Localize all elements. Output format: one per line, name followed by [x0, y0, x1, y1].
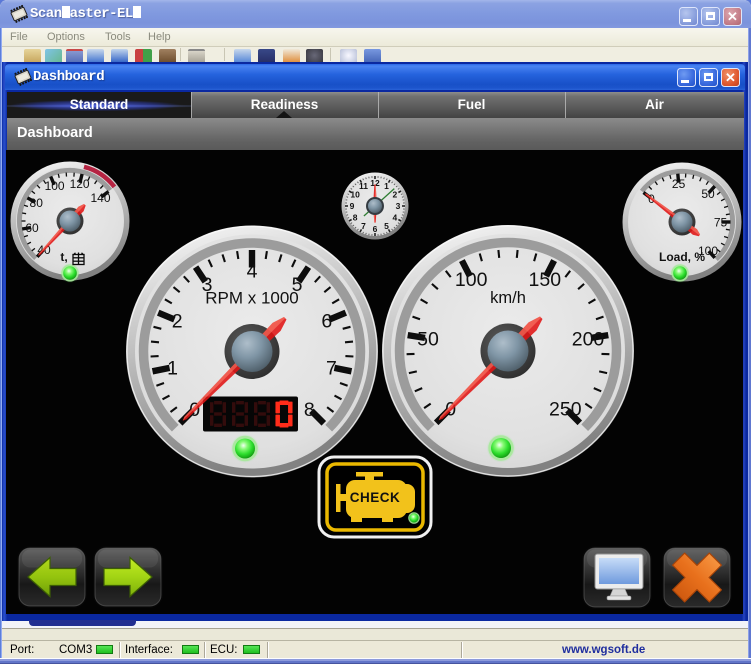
svg-text:2: 2	[172, 311, 183, 333]
svg-text:140: 140	[90, 191, 110, 205]
svg-text:7: 7	[361, 221, 366, 231]
svg-text:9: 9	[350, 201, 355, 211]
svg-text:75: 75	[714, 216, 728, 230]
svg-text:3: 3	[396, 201, 401, 211]
svg-text:120: 120	[70, 177, 90, 191]
svg-text:t,: t,	[60, 250, 67, 264]
svg-text:11: 11	[359, 181, 368, 191]
svg-text:80: 80	[30, 196, 44, 210]
svg-text:8: 8	[304, 399, 315, 421]
svg-text:1: 1	[384, 181, 389, 191]
svg-text:6: 6	[373, 224, 378, 234]
svg-text:6: 6	[321, 311, 332, 333]
svg-text:CHECK: CHECK	[350, 490, 401, 505]
svg-text:2: 2	[393, 190, 398, 200]
svg-text:25: 25	[672, 177, 686, 191]
svg-text:1: 1	[167, 357, 178, 379]
svg-text:200: 200	[572, 328, 605, 350]
svg-text:8: 8	[353, 213, 358, 223]
svg-text:4: 4	[247, 261, 258, 283]
svg-text:60: 60	[25, 221, 39, 235]
svg-text:RPM x 1000: RPM x 1000	[205, 289, 299, 308]
svg-text:100: 100	[45, 179, 65, 193]
svg-text:150: 150	[529, 269, 562, 291]
svg-text:4: 4	[393, 213, 398, 223]
svg-text:Load, %: Load, %	[659, 250, 705, 264]
svg-text:250: 250	[549, 398, 582, 420]
svg-text:7: 7	[326, 357, 337, 379]
svg-text:5: 5	[384, 221, 389, 231]
svg-text:50: 50	[701, 187, 715, 201]
svg-text:km/h: km/h	[490, 289, 526, 307]
svg-text:50: 50	[417, 328, 439, 350]
svg-text:100: 100	[455, 269, 488, 291]
